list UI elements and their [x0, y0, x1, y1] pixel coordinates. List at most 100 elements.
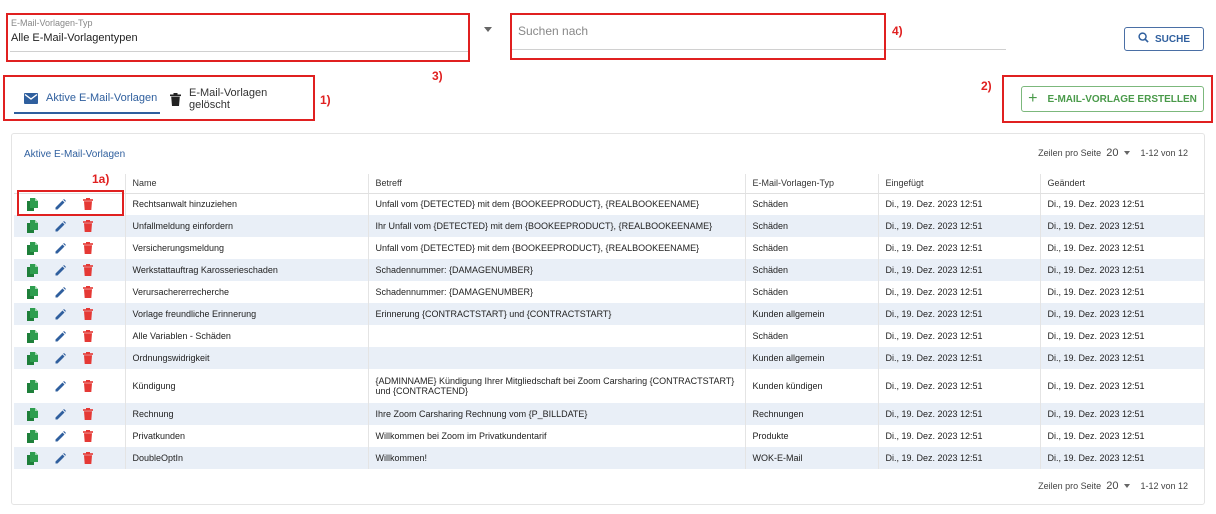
row-actions [14, 215, 125, 237]
cell-subject [367, 347, 745, 369]
col-header-inserted[interactable]: Eingefügt [877, 174, 1040, 194]
table-row[interactable]: Verursachererrecherche Schadennummer: {DA… [14, 281, 1204, 303]
cell-changed: Di., 19. Dez. 2023 12:51 [1039, 325, 1204, 347]
cell-name: Unfallmeldung einfordern [124, 215, 368, 237]
table-row[interactable]: Kündigung {ADMINNAME} Kündigung Ihrer Mit… [14, 369, 1204, 403]
cell-inserted: Di., 19. Dez. 2023 12:51 [877, 447, 1040, 469]
cell-name: Privatkunden [124, 425, 368, 447]
row-actions [14, 425, 125, 447]
trash-icon[interactable] [83, 264, 93, 276]
pencil-icon[interactable] [55, 380, 66, 392]
annotation-label-2: 2) [981, 79, 992, 93]
pagination-range: 1-12 von 12 [1140, 148, 1188, 158]
copy-icon[interactable] [27, 329, 38, 343]
table-row[interactable]: Ordnungswidrigkeit Kunden allgemein Di., 1… [14, 347, 1204, 369]
trash-icon[interactable] [83, 380, 93, 392]
col-header-name[interactable]: Name [124, 174, 368, 194]
trash-icon[interactable] [83, 452, 93, 464]
table-row[interactable]: Alle Variablen - Schäden Schäden Di., 19. … [14, 325, 1204, 347]
copy-icon[interactable] [27, 307, 38, 321]
trash-icon[interactable] [83, 330, 93, 342]
annotation-label-3: 3) [432, 69, 443, 83]
pencil-icon[interactable] [55, 220, 66, 232]
pencil-icon[interactable] [55, 242, 66, 254]
row-actions [14, 403, 125, 425]
annotation-box-type-select [6, 13, 470, 62]
col-header-changed[interactable]: Geändert [1039, 174, 1204, 194]
annotation-label-1: 1) [320, 93, 331, 107]
cell-changed: Di., 19. Dez. 2023 12:51 [1039, 447, 1204, 469]
pencil-icon[interactable] [55, 264, 66, 276]
rows-per-page-select[interactable]: 20 [1106, 480, 1118, 492]
cell-type: Produkte [744, 425, 878, 447]
annotation-box-search [510, 13, 886, 60]
copy-icon[interactable] [27, 263, 38, 277]
annotation-box-row-actions [17, 190, 124, 216]
pencil-icon[interactable] [55, 330, 66, 342]
pencil-icon[interactable] [55, 286, 66, 298]
table-row[interactable]: Werkstattauftrag Karosserieschaden Schade… [14, 259, 1204, 281]
copy-icon[interactable] [27, 351, 38, 365]
trash-icon[interactable] [83, 308, 93, 320]
cell-type: Schäden [744, 325, 878, 347]
cell-name: Ordnungswidrigkeit [124, 347, 368, 369]
pencil-icon[interactable] [55, 308, 66, 320]
trash-icon[interactable] [83, 220, 93, 232]
pencil-icon[interactable] [55, 352, 66, 364]
col-header-subject[interactable]: Betreff [367, 174, 745, 194]
search-button[interactable]: SUCHE [1124, 27, 1204, 51]
table-row[interactable]: DoubleOptIn Willkommen! WOK-E-Mail Di., 19.… [14, 447, 1204, 469]
cell-changed: Di., 19. Dez. 2023 12:51 [1039, 237, 1204, 259]
table-row[interactable]: Unfallmeldung einfordern Ihr Unfall vom {… [14, 215, 1204, 237]
cell-changed: Di., 19. Dez. 2023 12:51 [1039, 193, 1204, 215]
trash-icon[interactable] [83, 286, 93, 298]
row-actions [14, 303, 125, 325]
cell-changed: Di., 19. Dez. 2023 12:51 [1039, 369, 1204, 403]
rows-per-page-select[interactable]: 20 [1106, 147, 1118, 159]
trash-icon[interactable] [83, 352, 93, 364]
cell-name: Rechnung [124, 403, 368, 425]
cell-subject: Schadennummer: {DAMAGENUMBER} [367, 281, 745, 303]
copy-icon[interactable] [27, 429, 38, 443]
col-header-type[interactable]: E-Mail-Vorlagen-Typ [744, 174, 878, 194]
cell-name: Versicherungsmeldung [124, 237, 368, 259]
cell-inserted: Di., 19. Dez. 2023 12:51 [877, 215, 1040, 237]
copy-icon[interactable] [27, 219, 38, 233]
cell-inserted: Di., 19. Dez. 2023 12:51 [877, 281, 1040, 303]
table-row[interactable]: Versicherungsmeldung Unfall vom {DETECTED… [14, 237, 1204, 259]
cell-subject: Ihre Zoom Carsharing Rechnung vom {P_BIL… [367, 403, 745, 425]
copy-icon[interactable] [27, 241, 38, 255]
row-actions [14, 369, 125, 403]
row-actions [14, 325, 125, 347]
chevron-down-icon[interactable] [484, 27, 492, 32]
trash-icon[interactable] [83, 430, 93, 442]
table-header-row: Name Betreff E-Mail-Vorlagen-Typ Eingefü… [14, 174, 1204, 194]
table-row[interactable]: Rechnung Ihre Zoom Carsharing Rechnung vo… [14, 403, 1204, 425]
pencil-icon[interactable] [55, 430, 66, 442]
copy-icon[interactable] [27, 451, 38, 465]
chevron-down-icon[interactable] [1124, 151, 1131, 155]
copy-icon[interactable] [27, 285, 38, 299]
trash-icon[interactable] [83, 408, 93, 420]
table-row[interactable]: Rechtsanwalt hinzuziehen Unfall vom {DETE… [14, 193, 1204, 215]
chevron-down-icon[interactable] [1124, 484, 1131, 488]
pagination-top: Zeilen pro Seite 20 1-12 von 12 [1038, 147, 1188, 159]
pencil-icon[interactable] [55, 452, 66, 464]
table-row[interactable]: Vorlage freundliche Erinnerung Erinnerung… [14, 303, 1204, 325]
cell-type: Kunden allgemein [744, 347, 878, 369]
annotation-box-tabs [3, 75, 315, 121]
copy-icon[interactable] [27, 407, 38, 421]
row-actions [14, 447, 125, 469]
rows-per-page-label: Zeilen pro Seite [1038, 148, 1102, 158]
cell-changed: Di., 19. Dez. 2023 12:51 [1039, 303, 1204, 325]
table-row[interactable]: Privatkunden Willkommen bei Zoom im Priva… [14, 425, 1204, 447]
rows-per-page-label: Zeilen pro Seite [1038, 481, 1102, 491]
cell-type: Schäden [744, 281, 878, 303]
cell-changed: Di., 19. Dez. 2023 12:51 [1039, 347, 1204, 369]
cell-subject [367, 325, 745, 347]
pencil-icon[interactable] [55, 408, 66, 420]
trash-icon[interactable] [83, 242, 93, 254]
cell-subject: Willkommen! [367, 447, 745, 469]
copy-icon[interactable] [27, 379, 38, 393]
cell-inserted: Di., 19. Dez. 2023 12:51 [877, 403, 1040, 425]
